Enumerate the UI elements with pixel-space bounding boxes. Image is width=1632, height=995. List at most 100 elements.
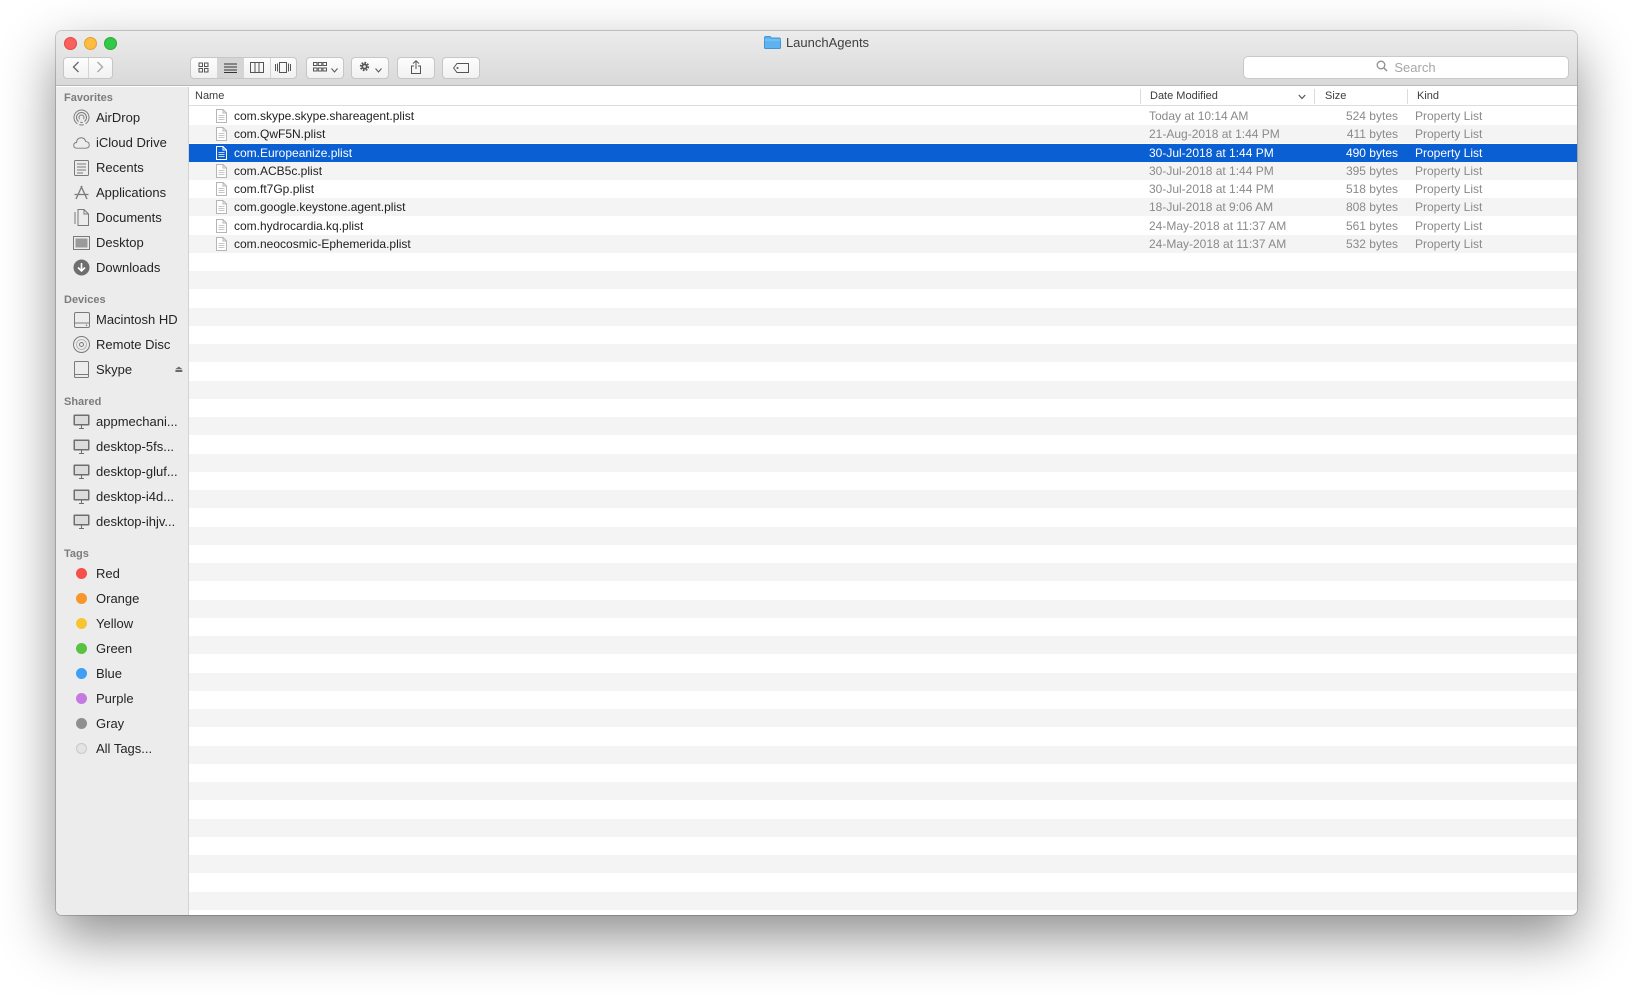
document-icon: [216, 200, 227, 215]
row-stripe: [189, 271, 1577, 290]
file-row[interactable]: com.QwF5N.plist 21-Aug-2018 at 1:44 PM 411…: [189, 125, 1577, 144]
arrange-button[interactable]: [306, 57, 344, 79]
sort-chevron-down-icon[interactable]: [1298, 91, 1306, 103]
row-stripe: [189, 307, 1577, 326]
tag-button[interactable]: [442, 57, 480, 79]
row-stripe: [189, 782, 1577, 801]
list-icon: [223, 61, 237, 76]
file-size: 490 bytes: [1345, 145, 1398, 160]
sidebar-item-shared-computer[interactable]: desktop-gluf...: [56, 459, 189, 484]
sidebar-tag-purple[interactable]: Purple: [56, 686, 189, 711]
column-header-date-modified[interactable]: Date Modified: [1150, 90, 1218, 102]
column-header-name[interactable]: Name: [195, 90, 224, 102]
sidebar-item-label: Gray: [96, 716, 125, 731]
column-divider[interactable]: [1407, 89, 1408, 104]
back-button[interactable]: [64, 58, 89, 78]
eject-icon[interactable]: ⏏: [174, 364, 183, 375]
file-name: com.QwF5N.plist: [234, 127, 326, 142]
row-stripe: [189, 563, 1577, 582]
row-stripe: [189, 599, 1577, 618]
tag-dot-icon: [76, 668, 87, 679]
sidebar-item-label: iCloud Drive: [96, 135, 167, 150]
sidebar-all-tags[interactable]: All Tags...: [56, 736, 189, 761]
view-mode-selector: [190, 57, 297, 79]
file-row[interactable]: com.ft7Gp.plist 30-Jul-2018 at 1:44 PM 518…: [189, 180, 1577, 198]
file-name: com.ft7Gp.plist: [234, 182, 315, 196]
share-icon: [410, 59, 422, 77]
sidebar-tag-orange[interactable]: Orange: [56, 586, 189, 611]
file-row[interactable]: com.Europeanize.plist 30-Jul-2018 at 1:44…: [189, 143, 1577, 162]
sidebar-item-downloads[interactable]: Downloads: [56, 255, 189, 280]
column-divider[interactable]: [1140, 89, 1141, 104]
chevron-down-icon: [330, 61, 338, 76]
tag-dot-icon: [76, 618, 87, 629]
file-rows: com.skype.skype.shareagent.plist Today at…: [189, 107, 1577, 915]
finder-window: LaunchAgents Search Favorites AirDrop iC…: [56, 31, 1577, 915]
file-kind: Property List: [1415, 127, 1483, 142]
sidebar-item-documents[interactable]: Documents: [56, 205, 189, 230]
row-stripe: [189, 490, 1577, 509]
sidebar-item-applications[interactable]: Applications: [56, 180, 189, 205]
folder-icon: [763, 36, 781, 49]
column-header: Name Date Modified Size Kind: [189, 87, 1577, 106]
file-row[interactable]: com.hydrocardia.kq.plist 24-May-2018 at 1…: [189, 217, 1577, 235]
file-row[interactable]: com.ACB5c.plist 30-Jul-2018 at 1:44 PM 395…: [189, 161, 1577, 180]
sidebar-item-skype[interactable]: Skype ⏏: [56, 357, 189, 382]
row-stripe: [189, 417, 1577, 436]
sidebar-item-desktop[interactable]: Desktop: [56, 230, 189, 255]
document-icon: [216, 145, 227, 160]
gear-icon: [358, 60, 371, 76]
hard-drive-icon: [73, 311, 90, 328]
column-header-kind[interactable]: Kind: [1417, 90, 1439, 102]
file-kind: Property List: [1415, 109, 1483, 123]
file-row[interactable]: com.google.keystone.agent.plist 18-Jul-20…: [189, 198, 1577, 217]
sidebar-item-shared-computer[interactable]: appmechani...: [56, 409, 189, 434]
tag-dot-icon: [76, 593, 87, 604]
column-view-button[interactable]: [244, 58, 271, 78]
list-view-button[interactable]: [217, 58, 244, 78]
tag-dot-icon: [76, 568, 87, 579]
file-date-modified: Today at 10:14 AM: [1149, 109, 1249, 123]
file-kind: Property List: [1415, 163, 1483, 178]
file-date-modified: 30-Jul-2018 at 1:44 PM: [1149, 163, 1274, 178]
sidebar-item-icloud-drive[interactable]: iCloud Drive: [56, 130, 189, 155]
action-button[interactable]: [351, 57, 389, 79]
sidebar-tag-blue[interactable]: Blue: [56, 661, 189, 686]
downloads-icon: [73, 259, 90, 276]
sidebar-item-label: All Tags...: [96, 741, 153, 756]
file-date-modified: 24-May-2018 at 11:37 AM: [1149, 236, 1287, 251]
sidebar-tag-gray[interactable]: Gray: [56, 711, 189, 736]
cloud-icon: [73, 134, 90, 151]
grid-icon: [198, 61, 209, 76]
sidebar-item-remote-disc[interactable]: Remote Disc: [56, 332, 189, 357]
tag-dot-icon: [76, 718, 87, 729]
file-row[interactable]: com.neocosmic-Ephemerida.plist 24-May-201…: [189, 234, 1577, 253]
file-kind: Property List: [1415, 145, 1483, 160]
cover-flow-view-button[interactable]: [271, 58, 297, 78]
sidebar-heading-tags: Tags: [64, 548, 89, 560]
chevron-left-icon: [72, 61, 80, 76]
file-date-modified: 30-Jul-2018 at 1:44 PM: [1149, 145, 1274, 160]
icon-view-button[interactable]: [191, 58, 218, 78]
file-row[interactable]: com.skype.skype.shareagent.plist Today at…: [189, 107, 1577, 125]
forward-button[interactable]: [89, 58, 113, 78]
search-placeholder: Search: [1394, 60, 1436, 75]
sidebar-tag-green[interactable]: Green: [56, 636, 189, 661]
search-field[interactable]: Search: [1243, 56, 1569, 79]
sidebar-tag-yellow[interactable]: Yellow: [56, 611, 189, 636]
sidebar-heading-devices: Devices: [64, 294, 106, 306]
sidebar-item-airdrop[interactable]: AirDrop: [56, 105, 189, 130]
file-kind: Property List: [1415, 200, 1483, 215]
file-kind: Property List: [1415, 182, 1483, 196]
row-stripe: [189, 709, 1577, 728]
sidebar-item-shared-computer[interactable]: desktop-ihjv...: [56, 509, 189, 534]
column-divider[interactable]: [1314, 89, 1315, 104]
sidebar-tag-red[interactable]: Red: [56, 561, 189, 586]
sidebar-item-label: appmechani...: [96, 414, 178, 429]
column-header-size[interactable]: Size: [1325, 90, 1346, 102]
sidebar-item-recents[interactable]: Recents: [56, 155, 189, 180]
sidebar-item-shared-computer[interactable]: desktop-5fs...: [56, 434, 189, 459]
share-button[interactable]: [397, 57, 435, 79]
sidebar-item-shared-computer[interactable]: desktop-i4d...: [56, 484, 189, 509]
sidebar-item-macintosh-hd[interactable]: Macintosh HD: [56, 307, 189, 332]
